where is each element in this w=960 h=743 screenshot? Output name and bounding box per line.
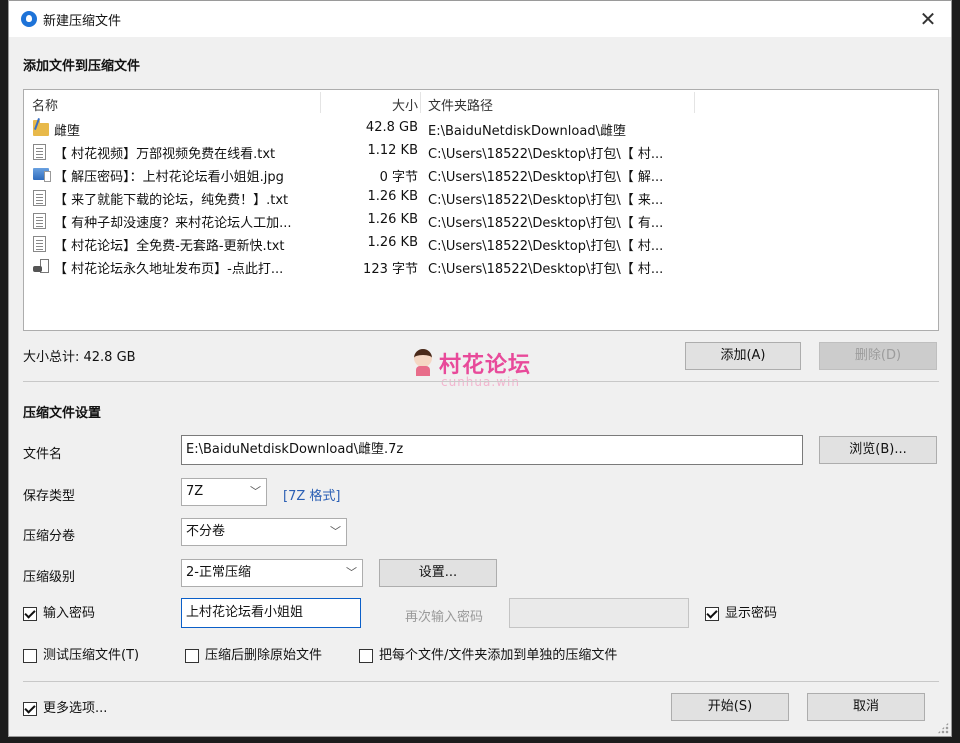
text-file-icon xyxy=(33,213,46,229)
file-size: 1.12 KB xyxy=(367,143,418,158)
total-size: 大小总计: 42.8 GB xyxy=(23,350,136,365)
file-size: 1.26 KB xyxy=(367,235,418,250)
title-bar: 新建压缩文件 ✕ xyxy=(9,1,951,37)
file-name: 【 解压密码】：上村花论坛看小姐姐.jpg xyxy=(54,170,284,185)
show-password-label: 显示密码 xyxy=(725,606,778,621)
start-button[interactable]: 开始(S) xyxy=(671,693,789,721)
file-path: C:\Users\18522\Desktop\打包\【 有... xyxy=(428,216,664,231)
save-type-label: 保存类型 xyxy=(23,489,76,504)
image-file-icon xyxy=(33,168,51,182)
save-type-select[interactable]: 7Z ﹀ xyxy=(181,478,267,506)
password-checkbox[interactable]: 输入密码 xyxy=(23,605,95,623)
delete-after-checkbox[interactable]: 压缩后删除原始文件 xyxy=(185,647,322,665)
resize-grip-icon[interactable] xyxy=(937,722,949,734)
checkbox-unchecked-icon xyxy=(359,649,373,663)
level-value: 2-正常压缩 xyxy=(186,565,251,580)
file-row[interactable]: 【 村花论坛永久地址发布页】-点此打... 123 字节 C:\Users\18… xyxy=(24,255,938,278)
show-password-checkbox[interactable]: 显示密码 xyxy=(705,605,777,623)
separate-archives-label: 把每个文件/文件夹添加到单独的压缩文件 xyxy=(379,648,618,663)
file-path: C:\Users\18522\Desktop\打包\【 村... xyxy=(428,239,664,254)
checkbox-checked-icon xyxy=(23,607,37,621)
test-archive-checkbox[interactable]: 测试压缩文件(T) xyxy=(23,647,139,665)
column-header-path[interactable]: 文件夹路径 xyxy=(428,95,493,114)
file-path: C:\Users\18522\Desktop\打包\【 来... xyxy=(428,193,664,208)
shortcut-file-icon xyxy=(33,259,49,273)
password-repeat-input[interactable] xyxy=(509,598,689,628)
split-value: 不分卷 xyxy=(186,524,226,539)
file-size: 42.8 GB xyxy=(365,120,418,135)
chevron-down-icon: ﹀ xyxy=(250,485,261,498)
delete-button[interactable]: 删除(D) xyxy=(819,342,937,370)
filename-label: 文件名 xyxy=(23,447,63,462)
file-name: 雌堕 xyxy=(54,124,81,139)
filename-input[interactable]: E:\BaiduNetdiskDownload\雌堕.7z xyxy=(181,435,803,465)
test-archive-label: 测试压缩文件(T) xyxy=(43,648,140,663)
folder-icon xyxy=(33,120,49,136)
password-input[interactable]: 上村花论坛看小姐姐 xyxy=(181,598,361,628)
column-separator[interactable] xyxy=(420,92,421,113)
column-header-name[interactable]: 名称 xyxy=(32,95,58,114)
file-row[interactable]: 【 村花视频】万部视频免费在线看.txt 1.12 KB C:\Users\18… xyxy=(24,140,938,163)
text-file-icon xyxy=(33,236,46,252)
cancel-button[interactable]: 取消 xyxy=(807,693,925,721)
text-file-icon xyxy=(33,190,46,206)
file-path: C:\Users\18522\Desktop\打包\【 解... xyxy=(428,170,664,185)
file-path: E:\BaiduNetdiskDownload\雌堕 xyxy=(428,124,626,139)
file-list[interactable]: 名称 大小 文件夹路径 雌堕 42.8 GB E:\BaiduNetdiskDo… xyxy=(23,89,939,331)
password-checkbox-label: 输入密码 xyxy=(43,606,96,621)
list-header: 名称 大小 文件夹路径 xyxy=(24,90,938,115)
file-path: C:\Users\18522\Desktop\打包\【 村... xyxy=(428,262,664,277)
window-title: 新建压缩文件 xyxy=(43,14,122,29)
separate-archives-checkbox[interactable]: 把每个文件/文件夹添加到单独的压缩文件 xyxy=(359,647,617,665)
file-row[interactable]: 【 解压密码】：上村花论坛看小姐姐.jpg 0 字节 C:\Users\1852… xyxy=(24,163,938,186)
file-size: 123 字节 xyxy=(363,262,418,277)
more-options-checkbox[interactable]: 更多选项... xyxy=(23,700,107,718)
file-name: 【 村花论坛】全免费-无套路-更新快.txt xyxy=(54,239,285,254)
divider xyxy=(23,381,939,382)
file-size: 1.26 KB xyxy=(367,212,418,227)
file-path: C:\Users\18522\Desktop\打包\【 村... xyxy=(428,147,664,162)
chevron-down-icon: ﹀ xyxy=(346,566,357,579)
password-repeat-label: 再次输入密码 xyxy=(405,610,484,625)
girl-avatar-icon xyxy=(412,349,434,376)
divider xyxy=(23,681,939,682)
column-separator[interactable] xyxy=(320,92,321,113)
checkbox-unchecked-icon xyxy=(23,649,37,663)
close-icon[interactable]: ✕ xyxy=(905,1,951,37)
browse-button[interactable]: 浏览(B)... xyxy=(819,436,937,464)
file-row[interactable]: 【 有种子却没速度？来村花论坛人工加... 1.26 KB C:\Users\1… xyxy=(24,209,938,232)
level-label: 压缩级别 xyxy=(23,570,76,585)
new-archive-dialog: 新建压缩文件 ✕ 添加文件到压缩文件 名称 大小 文件夹路径 雌堕 42.8 G… xyxy=(8,0,952,737)
file-size: 0 字节 xyxy=(379,170,418,185)
checkbox-unchecked-icon xyxy=(185,649,199,663)
level-settings-button[interactable]: 设置... xyxy=(379,559,497,587)
app-icon xyxy=(21,11,37,27)
add-button[interactable]: 添加(A) xyxy=(685,342,801,370)
file-size: 1.26 KB xyxy=(367,189,418,204)
save-type-value: 7Z xyxy=(186,484,204,499)
column-header-size[interactable]: 大小 xyxy=(324,95,418,114)
file-row[interactable]: 【 来了就能下载的论坛，纯免费！】.txt 1.26 KB C:\Users\1… xyxy=(24,186,938,209)
split-label: 压缩分卷 xyxy=(23,529,76,544)
split-select[interactable]: 不分卷 ﹀ xyxy=(181,518,347,546)
file-name: 【 有种子却没速度？来村花论坛人工加... xyxy=(54,216,292,231)
file-row[interactable]: 【 村花论坛】全免费-无套路-更新快.txt 1.26 KB C:\Users\… xyxy=(24,232,938,255)
file-name: 【 来了就能下载的论坛，纯免费！】.txt xyxy=(54,193,289,208)
file-row[interactable]: 雌堕 42.8 GB E:\BaiduNetdiskDownload\雌堕 xyxy=(24,117,938,140)
column-separator[interactable] xyxy=(694,92,695,113)
level-select[interactable]: 2-正常压缩 ﹀ xyxy=(181,559,363,587)
files-section-heading: 添加文件到压缩文件 xyxy=(23,59,141,74)
watermark-logo: 村花论坛 cunhua.win xyxy=(407,345,567,393)
watermark-subtext: cunhua.win xyxy=(441,375,520,389)
text-file-icon xyxy=(33,144,46,160)
settings-section-heading: 压缩文件设置 xyxy=(23,406,102,421)
file-name: 【 村花视频】万部视频免费在线看.txt xyxy=(54,147,276,162)
checkbox-checked-icon xyxy=(705,607,719,621)
save-type-format: [7Z 格式] xyxy=(283,489,341,504)
delete-after-label: 压缩后删除原始文件 xyxy=(205,648,323,663)
checkbox-checked-icon xyxy=(23,702,37,716)
chevron-down-icon: ﹀ xyxy=(330,525,341,538)
file-name: 【 村花论坛永久地址发布页】-点此打... xyxy=(54,262,284,277)
more-options-label: 更多选项... xyxy=(43,701,108,716)
